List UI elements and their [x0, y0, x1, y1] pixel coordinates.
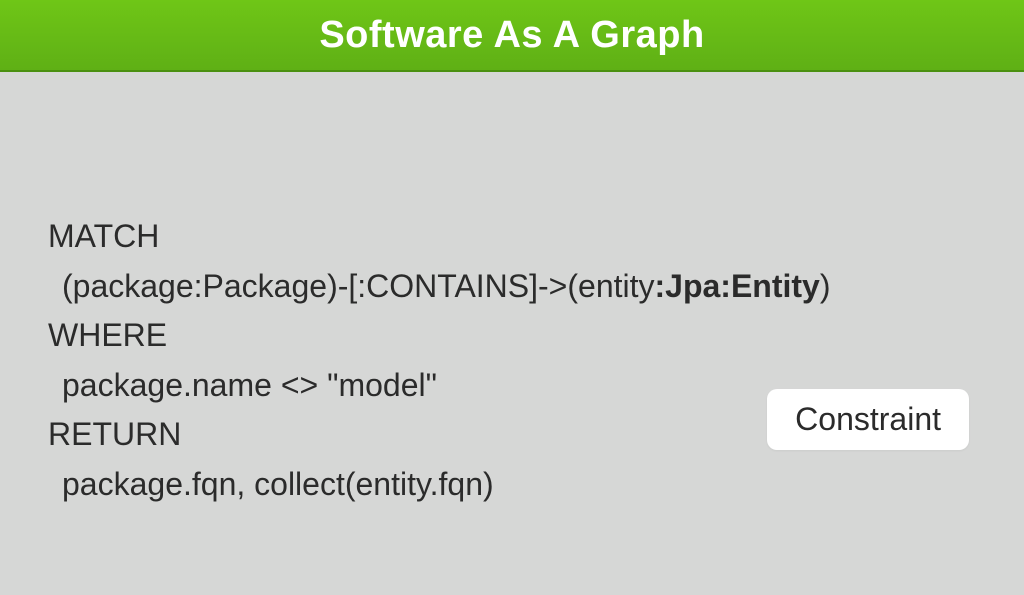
- match-pattern-prefix: (package:Package)-[:CONTAINS]->(entity: [62, 268, 655, 304]
- slide-title: Software As A Graph: [319, 14, 704, 57]
- match-pattern-close: ): [820, 268, 831, 304]
- constraint-badge-label: Constraint: [795, 401, 941, 437]
- match-pattern-bold: :Jpa:Entity: [655, 268, 820, 304]
- cypher-query: MATCH (package:Package)-[:CONTAINS]->(en…: [48, 212, 976, 510]
- keyword-where: WHERE: [48, 311, 976, 361]
- slide-header: Software As A Graph: [0, 0, 1024, 72]
- constraint-badge: Constraint: [767, 389, 969, 450]
- slide-content: MATCH (package:Package)-[:CONTAINS]->(en…: [0, 72, 1024, 510]
- keyword-match: MATCH: [48, 212, 976, 262]
- return-clause: package.fqn, collect(entity.fqn): [48, 460, 976, 510]
- match-clause: (package:Package)-[:CONTAINS]->(entity:J…: [48, 262, 976, 312]
